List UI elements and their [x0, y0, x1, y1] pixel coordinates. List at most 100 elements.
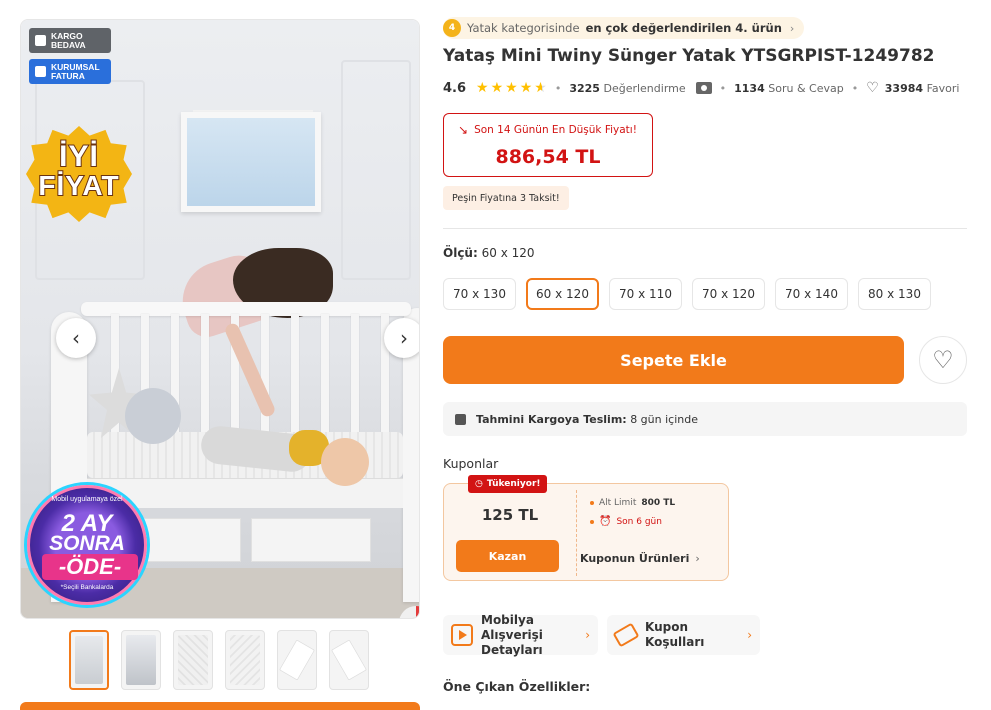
crib-bar	[351, 314, 359, 434]
wall-panel	[341, 60, 411, 280]
qa-link[interactable]: 1134 Soru & Cevap	[734, 82, 844, 95]
rating-score: 4.6	[443, 80, 467, 96]
star-icon: ★	[476, 80, 489, 96]
ticket-icon	[612, 622, 640, 648]
medal-icon: 4	[443, 19, 461, 37]
thumbnail-image	[230, 635, 260, 685]
heart-icon: ♡	[932, 346, 954, 374]
crib-bar	[201, 314, 209, 434]
star-icon: ★	[505, 80, 518, 96]
size-option[interactable]: 70 x 140	[775, 278, 848, 310]
fav-label: Favori	[926, 81, 960, 95]
clock-icon: ◷	[475, 479, 483, 489]
size-option[interactable]: 70 x 120	[692, 278, 765, 310]
shipping-label: Tahmini Kargoya Teslim:	[476, 412, 627, 426]
package-icon	[455, 413, 466, 425]
price-value: 886,54 TL	[495, 146, 601, 168]
fav-count: 33984	[884, 81, 924, 95]
separator-dot: •	[851, 81, 859, 95]
coupon-days-left: ⏰ Son 6 gün	[590, 516, 662, 527]
thumbnail[interactable]	[225, 630, 265, 690]
campaign-sticker: Mobil uygulamaya özel 2 AY SONRA -ÖDE- *…	[27, 485, 147, 605]
lowest-price-label-row: ↘ Son 14 Günün En Düşük Fiyatı!	[458, 123, 637, 137]
campaign-top-text: Mobil uygulamaya özel	[51, 496, 123, 503]
divider	[443, 228, 967, 229]
chevron-right-icon: ›	[695, 552, 700, 565]
free-shipping-badge: KARGO BEDAVA	[29, 28, 111, 53]
coupon-terms-link[interactable]: Kupon Koşulları ›	[607, 615, 760, 655]
size-label: Ölçü: 60 x 120	[443, 246, 535, 260]
qa-label: Soru & Cevap	[768, 81, 844, 95]
gallery-next-button[interactable]: ›	[384, 318, 419, 358]
coupon-products-link[interactable]: Kuponun Ürünleri ›	[580, 552, 700, 565]
thumbnail-image	[75, 636, 103, 684]
size-options: 70 x 130 60 x 120 70 x 110 70 x 120 70 x…	[443, 278, 931, 310]
wall-frame	[181, 112, 321, 212]
camera-icon	[695, 82, 712, 94]
running-out-label: Tükeniyor!	[486, 479, 541, 489]
separator-dot: •	[719, 81, 727, 95]
category-rank-link[interactable]: 4 Yatak kategorisinde en çok değerlendir…	[443, 17, 805, 39]
thumbnail[interactable]	[69, 630, 109, 690]
favorites-count-group: 33984 Favori	[885, 82, 960, 95]
star-rating[interactable]: ★ ★ ★ ★ ★	[476, 80, 547, 96]
thumbnail-image	[126, 635, 156, 685]
star-icon: ★	[519, 80, 533, 96]
coupon-terms-label: Kupon Koşulları	[645, 620, 705, 649]
play-icon	[451, 624, 473, 646]
trend-down-icon: ↘	[458, 123, 469, 137]
size-option[interactable]: 70 x 110	[609, 278, 682, 310]
crib-drawer	[251, 518, 371, 562]
coupon-products-label: Kuponun Ürünleri	[580, 552, 690, 565]
crib-bar	[291, 314, 299, 434]
favorite-button[interactable]: ♡	[919, 336, 967, 384]
review-count: 3225	[569, 81, 600, 95]
furniture-details-label: Mobilya Alışverişi Detayları	[481, 613, 577, 658]
gallery-prev-button[interactable]: ‹	[56, 318, 96, 358]
size-selected-value: 60 x 120	[481, 246, 535, 260]
corporate-invoice-badge: KURUMSAL FATURA	[29, 59, 111, 84]
gallery-bottom-bar	[20, 702, 420, 710]
product-image-gallery[interactable]: KARGO BEDAVA KURUMSAL FATURA İYİ FİYAT M…	[20, 19, 420, 619]
coupon-divider	[576, 490, 577, 576]
product-title: Yataş Mini Twiny Sünger Yatak YTSGRPIST-…	[443, 46, 935, 66]
rank-highlight: en çok değerlendirilen 4. ürün	[585, 21, 782, 35]
coupon-min-limit: Alt Limit 800 TL	[590, 498, 675, 508]
features-title: Öne Çıkan Özellikler:	[443, 679, 591, 694]
separator-dot: •	[554, 81, 562, 95]
claim-coupon-button[interactable]: Kazan	[456, 540, 559, 572]
furniture-details-link[interactable]: Mobilya Alışverişi Detayları ›	[443, 613, 598, 658]
rating-summary: 4.6 ★ ★ ★ ★ ★ • 3225 Değerlendirme • 113…	[443, 80, 959, 96]
size-option-selected[interactable]: 60 x 120	[526, 278, 599, 310]
free-shipping-label: KARGO BEDAVA	[51, 30, 86, 50]
coupon-card: ◷ Tükeniyor! 125 TL Kazan Alt Limit 800 …	[443, 475, 729, 581]
chevron-right-icon: ›	[789, 21, 795, 35]
chevron-left-icon: ‹	[72, 326, 80, 350]
campaign-line-2: SONRA	[49, 532, 125, 555]
running-out-badge: ◷ Tükeniyor!	[468, 475, 548, 493]
thumbnail[interactable]	[329, 630, 369, 690]
chevron-right-icon: ›	[400, 326, 408, 350]
reviews-link[interactable]: 3225 Değerlendirme	[569, 82, 685, 95]
thumbnail[interactable]	[121, 630, 161, 690]
crib-bar	[321, 314, 329, 434]
thumbnail-strip	[69, 630, 369, 690]
product-name: Twiny Sünger Yatak YTSGRPIST-1249782	[547, 46, 935, 66]
bullet-icon	[590, 519, 594, 524]
good-price-sticker: İYİ FİYAT	[26, 126, 132, 222]
size-option[interactable]: 80 x 130	[858, 278, 931, 310]
thumbnail[interactable]	[277, 630, 317, 690]
review-label: Değerlendirme	[603, 81, 686, 95]
add-to-cart-button[interactable]: Sepete Ekle	[443, 336, 904, 384]
rank-prefix: Yatak kategorisinde	[467, 21, 580, 35]
thumbnail[interactable]	[173, 630, 213, 690]
product-brand-link[interactable]: Yataş Mini	[443, 46, 542, 66]
crib-rail	[81, 302, 411, 316]
sticker-word-fiyat: FİYAT	[37, 169, 120, 202]
star-half-icon: ★	[534, 80, 547, 96]
size-option[interactable]: 70 x 130	[443, 278, 516, 310]
installment-badge: Peşin Fiyatına 3 Taksit!	[443, 186, 569, 210]
heart-icon: ♡	[866, 80, 879, 96]
chevron-right-icon: ›	[747, 627, 752, 642]
baby-head	[321, 438, 369, 486]
